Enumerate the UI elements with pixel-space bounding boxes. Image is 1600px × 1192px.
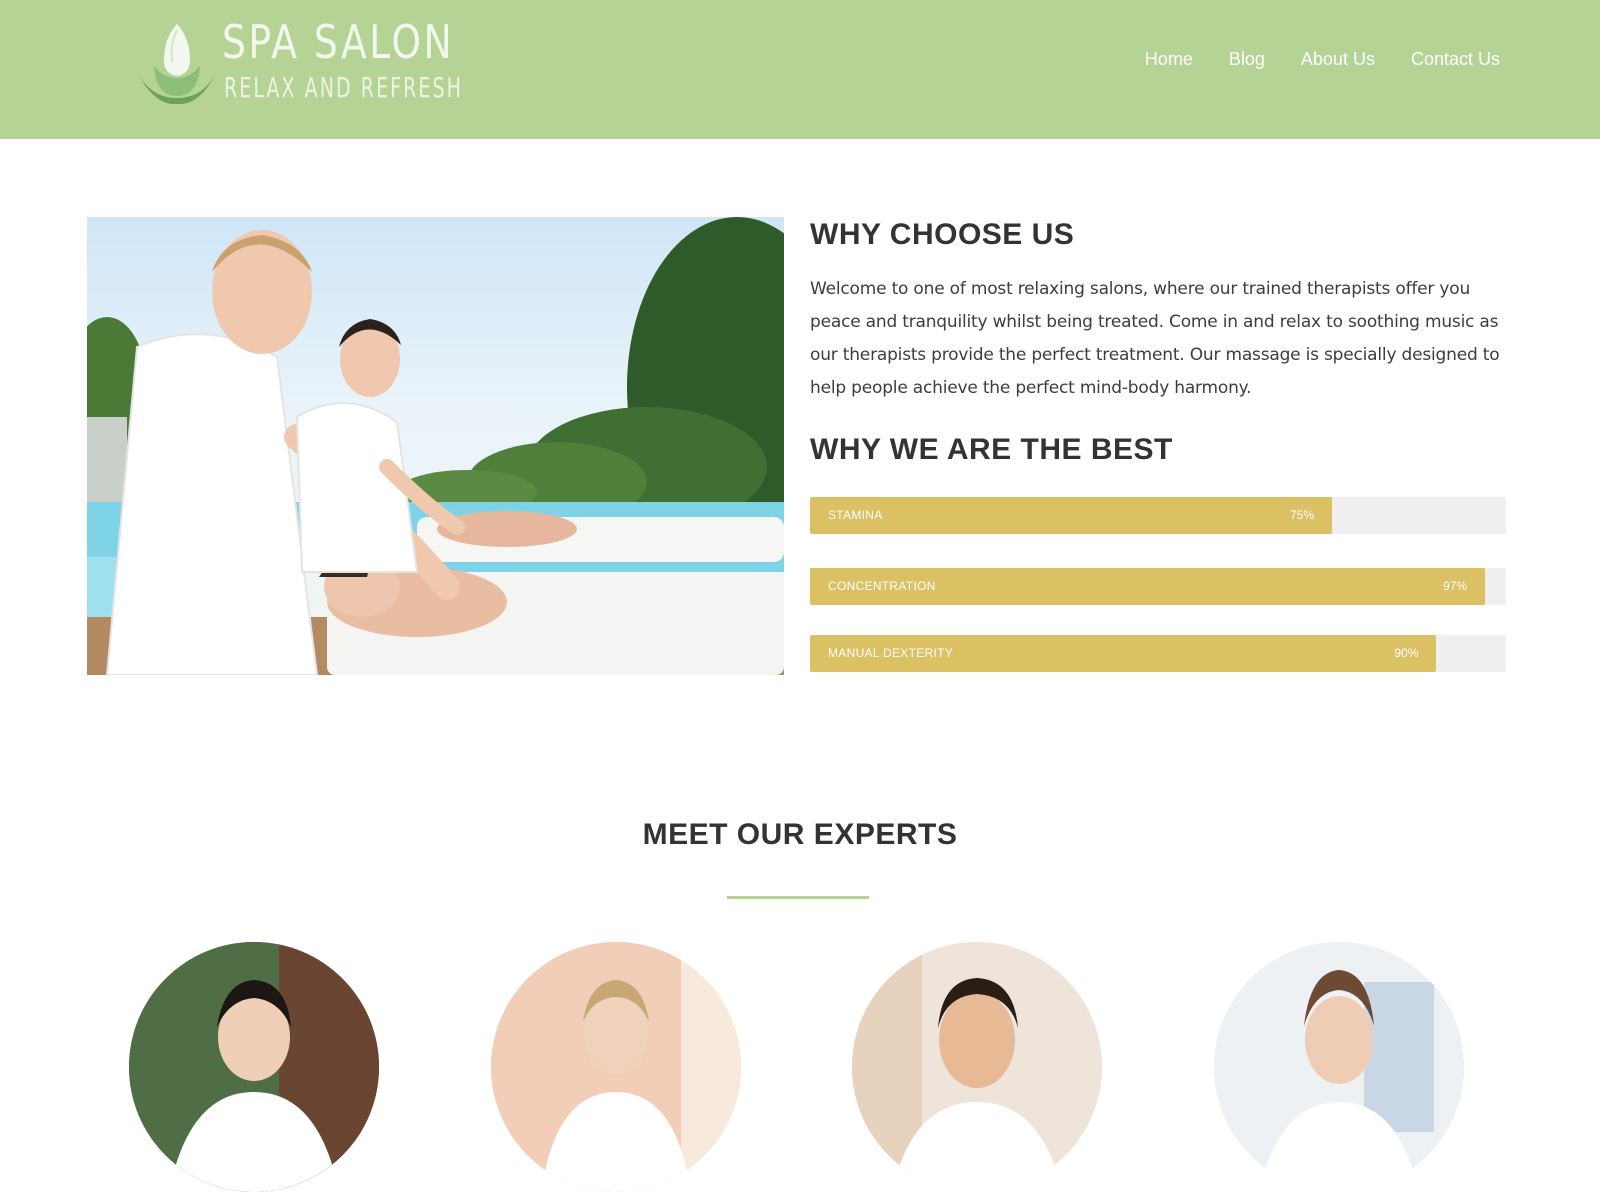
nav-home[interactable]: Home: [1145, 46, 1193, 72]
skills-heading: WHY WE ARE THE BEST: [810, 433, 1173, 466]
skill-percent: 90%: [1394, 646, 1419, 660]
experts-heading: MEET OUR EXPERTS: [642, 818, 958, 851]
site-header: SPA SALON RELAX AND REFRESH Home Blog Ab…: [0, 0, 1600, 139]
nav-about-us[interactable]: About Us: [1301, 46, 1375, 72]
expert-avatar-1[interactable]: [129, 942, 379, 1192]
expert-photo: [491, 942, 741, 1192]
skill-bar-fill: CONCENTRATION 97%: [810, 568, 1486, 605]
expert-photo: [1214, 942, 1464, 1192]
main-nav: Home Blog About Us Contact Us: [1145, 46, 1500, 72]
site-logo[interactable]: SPA SALON RELAX AND REFRESH: [134, 14, 474, 106]
nav-contact-us[interactable]: Contact Us: [1411, 46, 1500, 72]
brand-title: SPA SALON: [222, 15, 455, 69]
about-heading: WHY CHOOSE US: [810, 218, 1075, 251]
expert-photo: [852, 942, 1102, 1192]
skill-bar-manual-dexterity: MANUAL DEXTERITY 90%: [810, 635, 1506, 672]
massage-photo-illustration: [87, 217, 784, 675]
skill-label: STAMINA: [828, 508, 883, 522]
expert-avatar-3[interactable]: [852, 942, 1102, 1192]
about-body: Welcome to one of most relaxing salons, …: [810, 279, 1500, 398]
expert-avatar-4[interactable]: [1214, 942, 1464, 1192]
massage-photo: [87, 217, 784, 675]
skill-label: CONCENTRATION: [828, 579, 936, 593]
nav-blog[interactable]: Blog: [1229, 46, 1265, 72]
expert-photo: [129, 942, 379, 1192]
skill-percent: 97%: [1443, 579, 1468, 593]
skill-label: MANUAL DEXTERITY: [828, 646, 954, 660]
about-section: WHY CHOOSE US Welcome to one of most rel…: [810, 217, 1506, 405]
brand-tagline: RELAX AND REFRESH: [224, 71, 463, 104]
skill-bar-fill: STAMINA 75%: [810, 497, 1332, 534]
skill-percent: 75%: [1289, 508, 1314, 522]
expert-avatar-2[interactable]: [491, 942, 741, 1192]
skill-bar-stamina: STAMINA 75%: [810, 497, 1506, 534]
section-divider: [727, 896, 869, 899]
lotus-icon: [136, 24, 218, 104]
skill-bar-concentration: CONCENTRATION 97%: [810, 568, 1506, 605]
skill-bar-fill: MANUAL DEXTERITY 90%: [810, 635, 1437, 672]
